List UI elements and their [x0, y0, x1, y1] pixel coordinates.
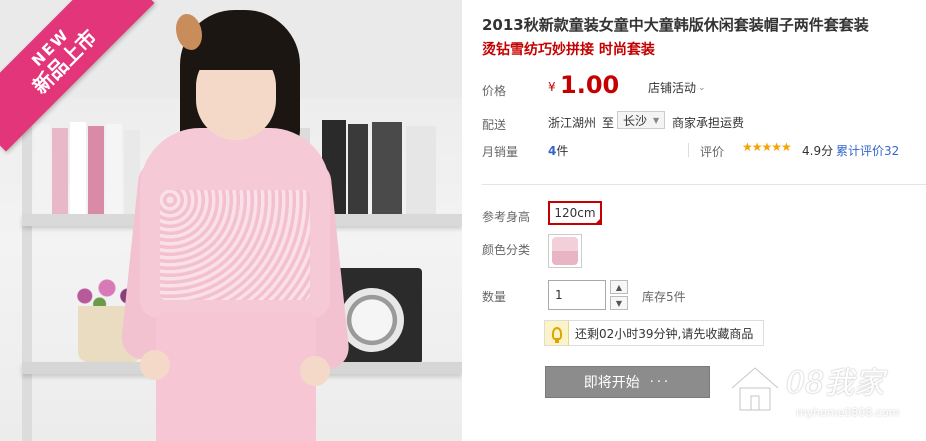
- chevron-up-icon: ▲: [615, 282, 623, 292]
- house-icon: [730, 365, 780, 412]
- watermark-url: myhome0808.com: [796, 406, 900, 419]
- countdown-tip-text: 还剩02小时39分钟,请先收藏商品: [575, 326, 754, 341]
- monthly-sales-value: 4件: [548, 142, 568, 159]
- shelf-side: [22, 98, 32, 441]
- divider: [688, 143, 689, 157]
- ship-to-word: 至: [602, 116, 615, 130]
- quantity-input[interactable]: [548, 280, 606, 310]
- size-option-selected[interactable]: 120cm: [548, 201, 602, 225]
- model-hand-right: [300, 356, 330, 386]
- clock: [340, 288, 404, 352]
- chevron-down-icon: ▼: [615, 298, 623, 308]
- color-thumbnail-image: [552, 237, 578, 265]
- total-reviews-link[interactable]: 累计评价32: [836, 142, 899, 159]
- destination-city-select[interactable]: 长沙 ▼: [617, 111, 665, 129]
- quantity-increase-button[interactable]: ▲: [610, 280, 628, 294]
- model-pants: [156, 312, 316, 441]
- product-title: 2013秋新款童装女童中大童韩版休闲套装帽子两件套套装: [482, 16, 869, 34]
- destination-city: 长沙: [623, 113, 648, 128]
- chevron-down-icon: ⌄: [698, 82, 706, 93]
- model-hand-left: [140, 350, 170, 380]
- ellipsis-icon: ···: [649, 374, 672, 390]
- quantity-decrease-button[interactable]: ▼: [610, 296, 628, 310]
- shop-promo-dropdown[interactable]: 店铺活动 ⌄: [648, 79, 706, 96]
- countdown-tip: 还剩02小时39分钟,请先收藏商品: [544, 320, 765, 346]
- coming-soon-button[interactable]: 即将开始 ···: [545, 366, 710, 398]
- price-value: 1.00: [560, 71, 620, 99]
- color-option-thumbnail[interactable]: [548, 234, 582, 268]
- product-image[interactable]: NEW 新品上市: [0, 0, 462, 441]
- shipping-label: 配送: [482, 118, 507, 132]
- rating-label: 评价: [700, 145, 725, 159]
- product-subtitle: 烫钻雪纺巧妙拼接 时尚套装: [482, 42, 655, 58]
- hoodie-lace-panel: [160, 190, 310, 300]
- shop-promo-label: 店铺活动: [648, 81, 697, 95]
- monthly-sales-unit: 件: [556, 144, 569, 158]
- model-bangs: [194, 36, 280, 70]
- currency-symbol: ¥: [548, 80, 556, 94]
- coming-soon-label: 即将开始: [583, 375, 640, 391]
- price-label: 价格: [482, 84, 507, 98]
- watermark-logo: 08我家 myhome0808.com: [722, 348, 922, 438]
- monthly-sales-label: 月销量: [482, 145, 519, 159]
- chevron-down-icon: ▼: [653, 115, 660, 125]
- section-divider: [482, 184, 926, 185]
- books-left: [34, 120, 144, 214]
- rating-stars-icon: ★★★★★: [742, 140, 792, 154]
- ship-from: 浙江湖州: [548, 116, 597, 130]
- size-label: 参考身高: [482, 210, 531, 224]
- rating-score: 4.9分: [802, 144, 834, 158]
- watermark-text: 08我家: [786, 366, 885, 401]
- size-option-label: 120cm: [554, 206, 596, 220]
- lightbulb-icon: [545, 321, 569, 345]
- quantity-label: 数量: [482, 290, 507, 304]
- shipping-fee: 商家承担运费: [672, 116, 745, 130]
- color-label: 颜色分类: [482, 243, 531, 257]
- stock-count: 库存5件: [642, 290, 686, 304]
